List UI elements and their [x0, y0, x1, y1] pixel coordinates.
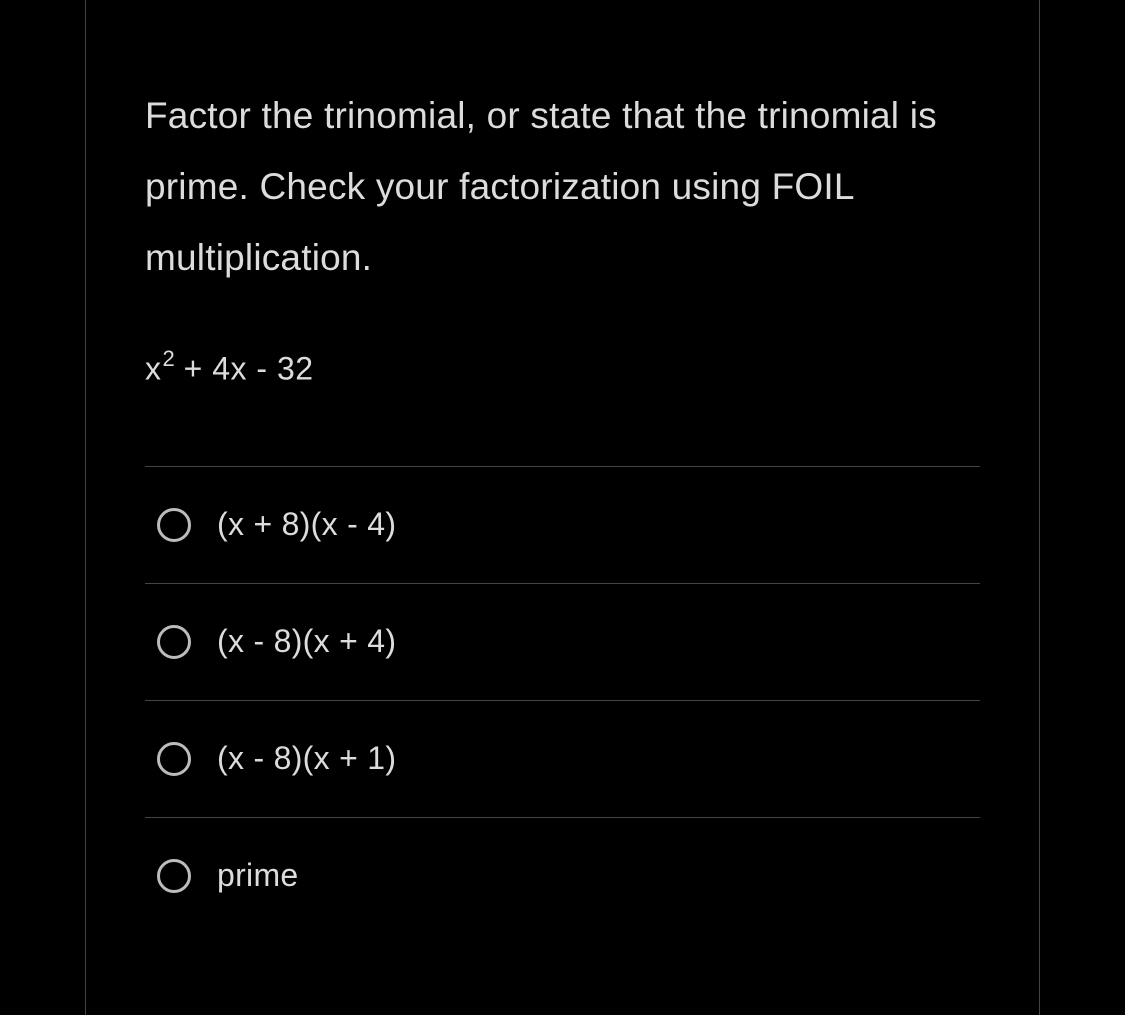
expr-rest: + 4x - 32 [174, 351, 313, 387]
answer-options: (x + 8)(x - 4) (x - 8)(x + 4) (x - 8)(x … [145, 466, 980, 934]
radio-icon [157, 859, 191, 893]
answer-option-2[interactable]: (x - 8)(x + 4) [145, 583, 980, 700]
option-label: (x + 8)(x - 4) [217, 506, 396, 543]
answer-option-4[interactable]: prime [145, 817, 980, 934]
expr-exponent: 2 [163, 346, 176, 371]
question-prompt: Factor the trinomial, or state that the … [145, 80, 980, 293]
answer-option-3[interactable]: (x - 8)(x + 1) [145, 700, 980, 817]
radio-icon [157, 625, 191, 659]
expr-base: x [145, 351, 162, 387]
option-label: (x - 8)(x + 1) [217, 740, 396, 777]
question-content: Factor the trinomial, or state that the … [145, 80, 980, 934]
option-label: (x - 8)(x + 4) [217, 623, 396, 660]
radio-icon [157, 742, 191, 776]
radio-icon [157, 508, 191, 542]
question-expression: x2 + 4x - 32 [145, 348, 980, 388]
option-label: prime [217, 857, 299, 894]
answer-option-1[interactable]: (x + 8)(x - 4) [145, 466, 980, 583]
